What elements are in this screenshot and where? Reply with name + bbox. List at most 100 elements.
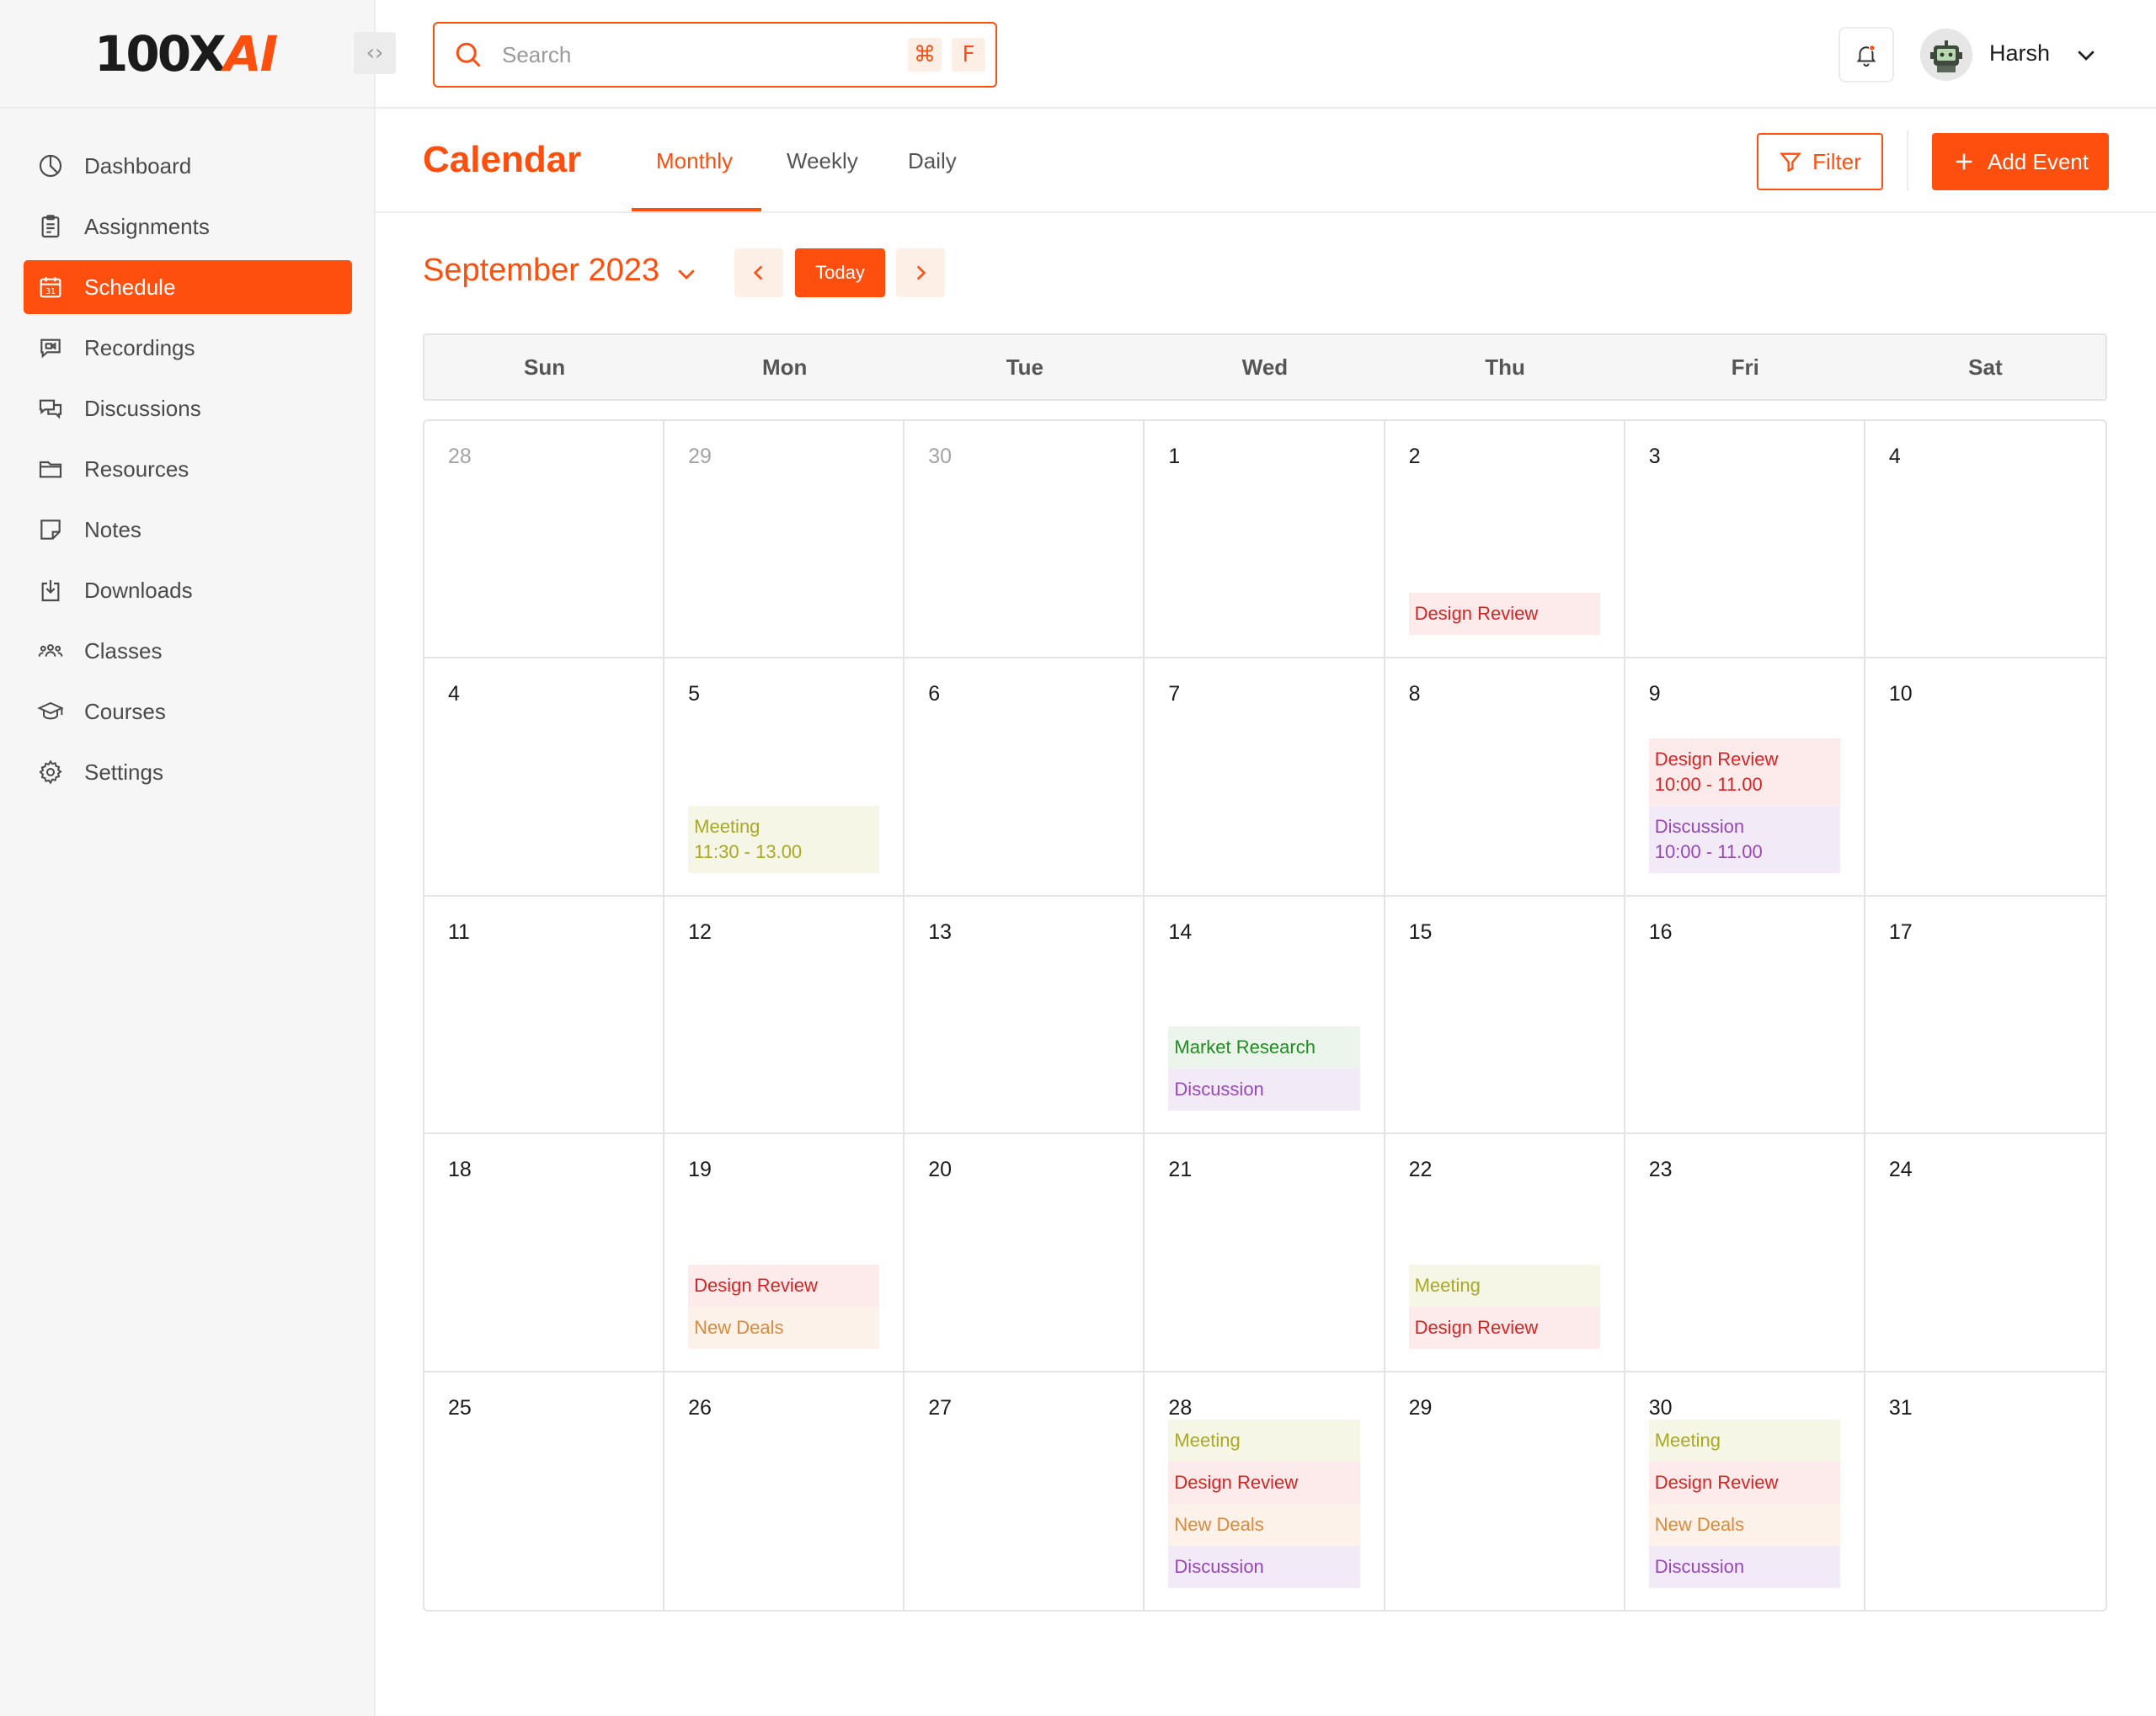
add-event-button[interactable]: Add Event xyxy=(1932,133,2109,190)
sidebar-item-assignments[interactable]: Assignments xyxy=(24,200,352,253)
event-chip[interactable]: Market Research xyxy=(1168,1026,1360,1069)
event-chip[interactable]: Discussion xyxy=(1168,1545,1360,1588)
event-chip[interactable]: Meeting xyxy=(1168,1419,1360,1462)
user-name[interactable]: Harsh xyxy=(1989,40,2050,67)
event-chip[interactable]: Meeting 11:30 - 13.00 xyxy=(688,805,880,873)
day-cell[interactable]: 18 xyxy=(424,1134,665,1372)
tab-daily[interactable]: Daily xyxy=(908,148,957,174)
today-button[interactable]: Today xyxy=(795,248,885,297)
weekday-thu: Thu xyxy=(1485,354,1525,380)
day-cell[interactable]: 5 Meeting 11:30 - 13.00 xyxy=(664,658,905,897)
chevron-down-icon[interactable] xyxy=(674,261,699,286)
event-list: Meeting Design Review New Deals Discussion xyxy=(1648,1419,1840,1588)
day-number: 22 xyxy=(1408,1158,1433,1182)
day-cell[interactable]: 21 xyxy=(1145,1134,1385,1372)
day-cell[interactable]: 10 xyxy=(1865,658,2105,897)
day-cell[interactable]: 13 xyxy=(905,896,1145,1135)
event-chip[interactable]: Design Review xyxy=(1408,593,1600,636)
day-cell[interactable]: 17 xyxy=(1865,897,2105,1135)
day-cell[interactable]: 30 Meeting Design Review New Deals Discussio… xyxy=(1625,1372,1865,1610)
notifications-button[interactable] xyxy=(1838,27,1894,83)
day-cell[interactable]: 25 xyxy=(424,1372,665,1610)
event-chip[interactable]: Design Review 10:00 - 11.00 xyxy=(1648,738,1840,806)
day-number: 28 xyxy=(1168,1395,1193,1420)
sidebar-item-notes[interactable]: Notes xyxy=(24,503,352,557)
add-event-label: Add Event xyxy=(1988,148,2089,174)
day-cell[interactable]: 31 xyxy=(1865,1372,2105,1610)
day-cell[interactable]: 12 xyxy=(664,896,905,1135)
sidebar-item-label: Courses xyxy=(84,698,166,724)
sidebar-item-courses[interactable]: Courses xyxy=(24,685,352,738)
event-chip[interactable]: Meeting xyxy=(1648,1419,1840,1462)
sidebar-item-dashboard[interactable]: Dashboard xyxy=(24,139,352,193)
day-cell[interactable]: 3 xyxy=(1625,421,1865,659)
event-chip[interactable]: New Deals xyxy=(1648,1503,1840,1546)
avatar[interactable] xyxy=(1920,29,1972,81)
sidebar-item-settings[interactable]: Settings xyxy=(24,745,352,799)
day-cell[interactable]: 29 xyxy=(664,421,905,659)
day-number: 3 xyxy=(1648,445,1661,468)
sidebar-item-resources[interactable]: Resources xyxy=(24,442,352,496)
tab-monthly[interactable]: Monthly xyxy=(656,148,733,174)
event-chip[interactable]: Discussion xyxy=(1648,1545,1840,1588)
sidebar-item-classes[interactable]: Classes xyxy=(24,624,352,678)
day-cell[interactable]: 8 xyxy=(1385,658,1625,897)
day-number: 4 xyxy=(1888,445,1901,468)
day-cell[interactable]: 4 xyxy=(1865,421,2105,659)
sidebar-item-downloads[interactable]: Downloads xyxy=(24,563,352,617)
sidebar-item-recordings[interactable]: Recordings xyxy=(24,321,352,375)
day-cell[interactable]: 16 xyxy=(1625,896,1865,1135)
event-chip[interactable]: Design Review xyxy=(1408,1306,1600,1349)
day-cell[interactable]: 9 Design Review 10:00 - 11.00 Discussion 10:… xyxy=(1625,658,1865,897)
sidebar-nav: Dashboard Assignments 31 Schedule Record… xyxy=(24,139,352,806)
day-cell[interactable]: 28 Meeting Design Review New Deals Discussio… xyxy=(1145,1372,1385,1610)
event-chip[interactable]: Discussion 10:00 - 11.00 xyxy=(1648,805,1840,873)
day-cell[interactable]: 11 xyxy=(424,896,665,1135)
month-selector[interactable]: September 2023 xyxy=(423,253,659,289)
day-cell[interactable]: 1 xyxy=(1145,421,1385,659)
day-cell[interactable]: 27 xyxy=(905,1372,1145,1610)
sidebar-item-schedule[interactable]: 31 Schedule xyxy=(24,260,352,314)
day-number: 4 xyxy=(448,682,460,706)
event-chip[interactable]: New Deals xyxy=(1168,1503,1360,1546)
day-number: 27 xyxy=(928,1395,953,1420)
day-cell[interactable]: 4 xyxy=(424,658,665,897)
day-cell[interactable]: 28 xyxy=(424,421,665,659)
search-input[interactable]: Search ⌘ F xyxy=(433,22,997,88)
graduation-cap-icon xyxy=(37,701,64,720)
day-cell[interactable]: 20 xyxy=(905,1134,1145,1372)
topbar: Search ⌘ F Harsh xyxy=(376,0,2156,109)
sidebar-item-discussions[interactable]: Discussions xyxy=(24,381,352,435)
day-cell[interactable]: 7 xyxy=(1145,658,1385,897)
day-cell[interactable]: 6 xyxy=(905,658,1145,897)
filter-button[interactable]: Filter xyxy=(1757,133,1883,190)
previous-month-button[interactable] xyxy=(734,248,783,297)
day-cell[interactable]: 19 Design Review New Deals xyxy=(664,1134,905,1372)
sidebar-item-label: Recordings xyxy=(84,334,195,360)
day-number: 30 xyxy=(928,445,953,468)
event-title: Meeting xyxy=(1414,1274,1481,1296)
day-cell[interactable]: 24 xyxy=(1865,1134,2105,1372)
event-title: Discussion xyxy=(1654,815,1745,837)
day-cell[interactable]: 29 xyxy=(1385,1372,1625,1610)
day-cell[interactable]: 23 xyxy=(1625,1134,1865,1372)
day-cell[interactable]: 22 Meeting Design Review xyxy=(1385,1134,1625,1372)
event-chip[interactable]: Design Review xyxy=(1168,1461,1360,1504)
sidebar-collapse-button[interactable]: ‹› xyxy=(354,32,396,74)
event-chip[interactable]: Meeting xyxy=(1408,1264,1600,1307)
chevron-down-icon[interactable] xyxy=(2073,42,2099,67)
event-chip[interactable]: New Deals xyxy=(688,1306,880,1349)
day-cell[interactable]: 2 Design Review xyxy=(1385,421,1625,659)
tab-weekly[interactable]: Weekly xyxy=(787,148,858,174)
next-month-button[interactable] xyxy=(896,248,945,297)
event-title: New Deals xyxy=(694,1316,784,1338)
event-chip[interactable]: Design Review xyxy=(688,1264,880,1307)
event-chip[interactable]: Design Review xyxy=(1648,1461,1840,1504)
event-chip[interactable]: Discussion xyxy=(1168,1069,1360,1111)
day-cell[interactable]: 15 xyxy=(1385,896,1625,1135)
logo[interactable]: 100XAI xyxy=(94,25,278,83)
day-cell[interactable]: 30 xyxy=(905,421,1145,659)
day-cell[interactable]: 26 xyxy=(664,1372,905,1610)
event-title: New Deals xyxy=(1174,1513,1264,1535)
day-cell[interactable]: 14 Market Research Discussion xyxy=(1145,896,1385,1135)
